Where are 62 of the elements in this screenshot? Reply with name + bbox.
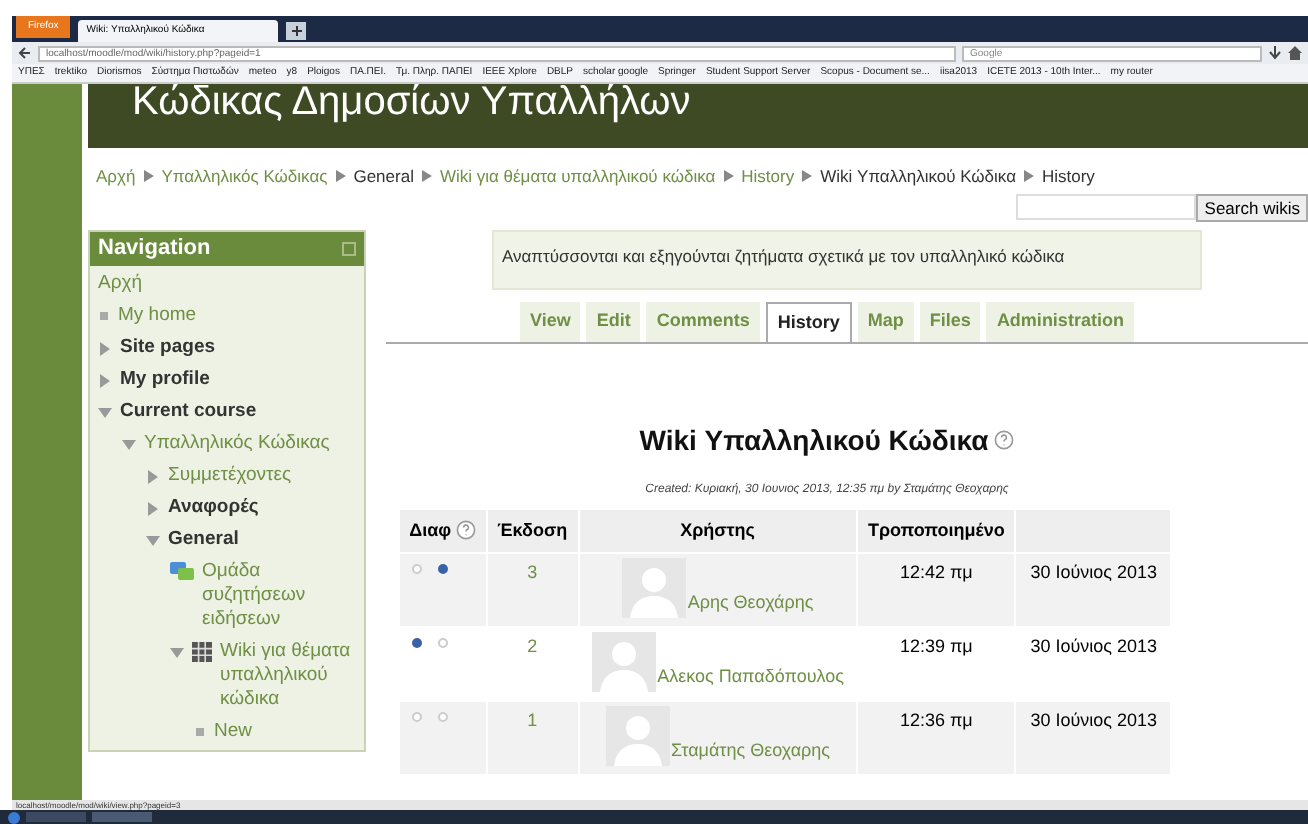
breadcrumb-link[interactable]: Υπαλληλικός Κώδικας [161,164,328,190]
table-cell: 12:39 πμ [899,635,973,656]
collapsed-arrow-icon[interactable] [146,501,160,516]
wiki-search-field[interactable] [1016,193,1197,220]
bullet-icon [100,311,108,320]
collapsed-arrow-icon[interactable] [98,373,112,388]
download-icon[interactable] [1268,46,1282,60]
column-header: Τροποποιημένο [867,517,1005,544]
breadcrumb-link[interactable]: History [741,164,795,190]
tab[interactable]: History [765,301,852,342]
column-header: Χρήστης [680,517,755,544]
help-icon[interactable] [994,430,1015,451]
breadcrumb-link[interactable]: General [353,164,414,190]
search-wikis-button[interactable]: Search wikis [1196,193,1308,222]
separator-arrow-icon [143,170,154,183]
expanded-arrow-icon[interactable] [146,533,160,548]
nav-link[interactable]: Site pages [120,335,216,360]
expanded-arrow-icon[interactable] [170,645,184,660]
breadcrumb-link[interactable]: Wiki για θέματα υπαλληλικού κώδικα [439,164,716,190]
new-tab-button[interactable] [286,22,307,40]
separator-arrow-icon [421,170,432,183]
collapse-block-icon[interactable] [342,241,356,256]
column-header: Διαφ [409,517,452,544]
breadcrumb-link[interactable]: History [1041,164,1095,190]
table-cell: 12:36 πμ [899,709,973,730]
expanded-arrow-icon[interactable] [98,405,112,420]
separator-arrow-icon [1023,170,1034,183]
table-cell: 30 Ιούνιος 2013 [1030,561,1158,582]
back-arrow-icon[interactable] [18,46,32,60]
avatar-icon [605,705,670,766]
site-title: Κώδικας Δημοσίων Υπαλλήλων [132,84,691,120]
plus-icon [291,26,302,36]
separator-arrow-icon [723,170,734,183]
avatar-icon [621,557,686,618]
breadcrumb-link[interactable]: Wiki Υπαλληλικού Κώδικα [820,164,1016,190]
block-title: Navigation [98,234,211,264]
nav-link[interactable]: General [168,527,239,552]
diff-radio[interactable] [411,637,422,648]
bullet-icon [196,727,204,736]
table-cell: 30 Ιούνιος 2013 [1030,635,1158,656]
column-header: Έκδοση [497,517,568,544]
breadcrumb-link[interactable]: Αρχή [96,164,136,190]
nav-link[interactable]: Current course [120,399,257,424]
help-icon[interactable] [455,520,476,541]
nav-link[interactable]: Αναφορές [168,495,259,520]
separator-arrow-icon [802,170,813,183]
diff-radio[interactable] [437,563,448,574]
page-title: Wiki Υπαλληλικού Κώδικα [639,421,989,460]
separator-arrow-icon [335,170,346,183]
table-cell: 30 Ιούνιος 2013 [1030,709,1158,730]
nav-link[interactable]: My profile [120,367,210,392]
chat-bubbles-icon [170,561,194,582]
collapsed-arrow-icon[interactable] [98,341,112,356]
home-icon[interactable] [1288,46,1302,60]
collapsed-arrow-icon[interactable] [146,469,160,484]
version-link[interactable]: 2 [527,635,538,656]
start-button-icon[interactable] [8,811,20,823]
wiki-grid-icon [192,641,212,662]
avatar-icon [591,631,656,692]
expanded-arrow-icon[interactable] [122,437,136,452]
table-cell: 12:42 πμ [899,561,973,582]
intro-box: Αναπτύσσονται και εξηγούνται ζητήματα σχετικά με τον υπαλληλικό κώδικα [492,229,1202,290]
